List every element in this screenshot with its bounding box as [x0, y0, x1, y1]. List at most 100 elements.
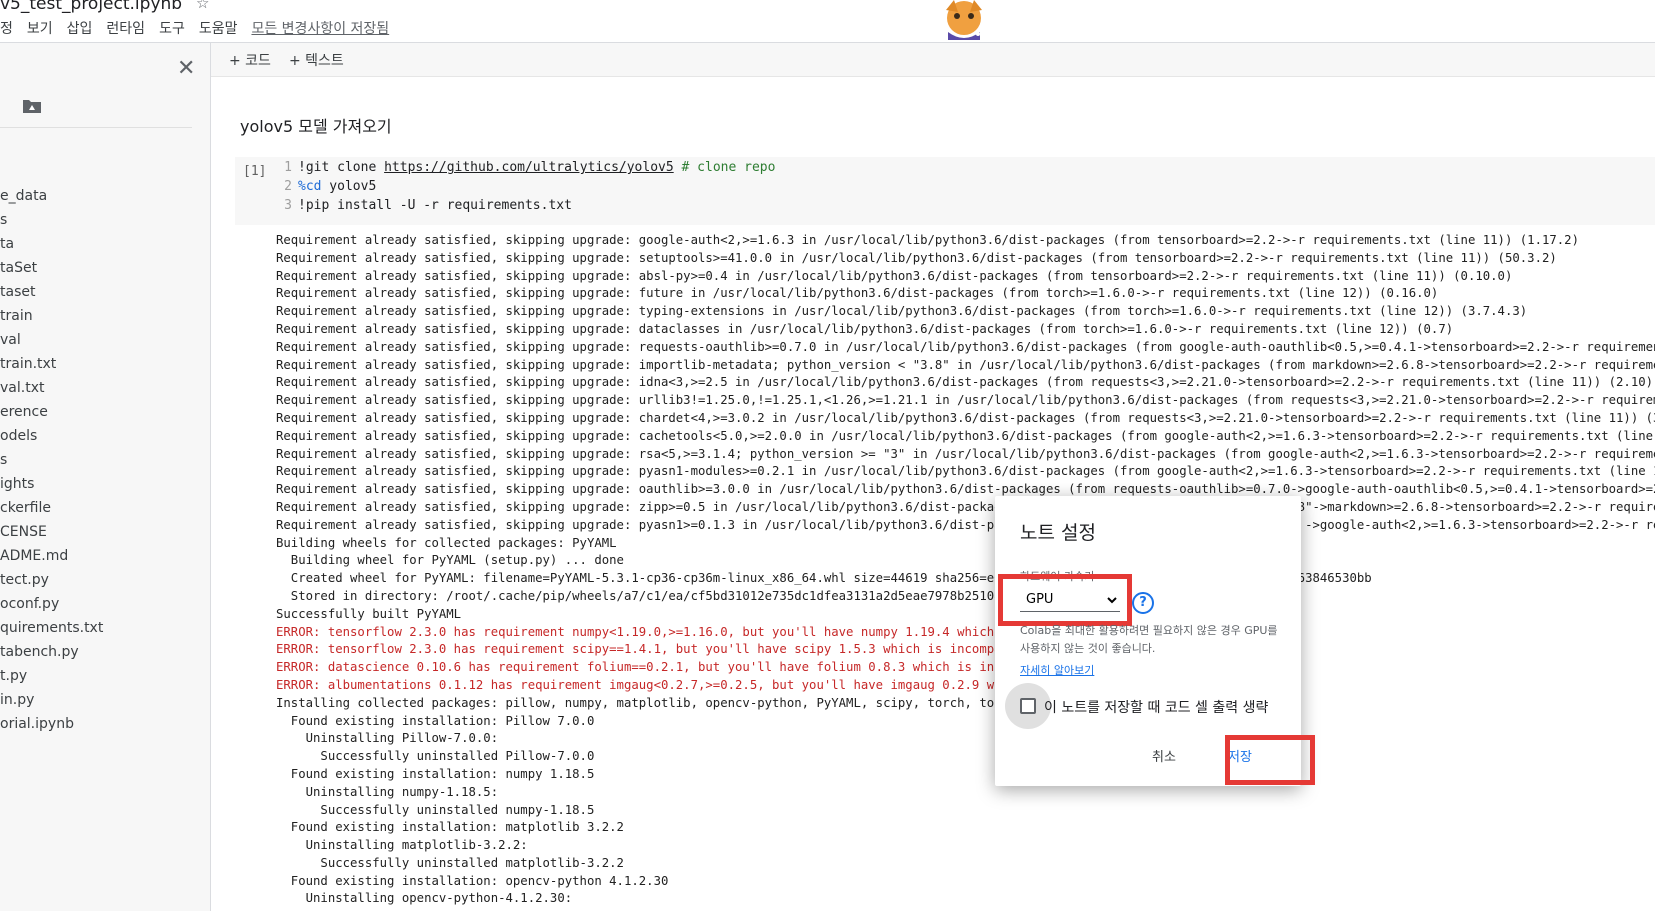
menu-item-help[interactable]: 도움말: [199, 18, 238, 38]
cancel-button[interactable]: 취소: [1152, 746, 1176, 765]
menu-item-view[interactable]: 보기: [27, 18, 53, 38]
saved-status[interactable]: 모든 변경사항이 저장됨: [251, 18, 389, 38]
learn-more-link[interactable]: 자세히 알아보기: [1020, 662, 1094, 678]
close-icon[interactable]: ✕: [177, 56, 195, 81]
output-line: Requirement already satisfied, skipping …: [276, 233, 1579, 247]
output-line: Successfully built PyYAML: [276, 606, 462, 621]
output-error-line: ERROR: albumentations 0.1.12 has require…: [276, 677, 1039, 692]
output-line: Uninstalling Pillow-7.0.0:: [276, 731, 499, 746]
highlight-box: [1225, 735, 1315, 785]
output-line: Requirement already satisfied, skipping …: [276, 482, 1655, 497]
output-error-line: ERROR: tensorflow 2.3.0 has requirement …: [276, 624, 1039, 639]
output-line: Requirement already satisfied, skipping …: [276, 428, 1655, 443]
add-code-button[interactable]: + 코드: [229, 50, 271, 70]
code-text: !pip install -U -r requirements.txt: [298, 198, 572, 213]
code-text: yolov5: [321, 179, 377, 194]
file-item[interactable]: ights: [0, 472, 103, 496]
line-number: 1: [284, 160, 292, 175]
notebook-title[interactable]: v5_test_project.ipynb: [0, 0, 182, 14]
output-line: Successfully uninstalled numpy-1.18.5: [276, 802, 595, 817]
help-icon[interactable]: ?: [1132, 592, 1154, 614]
output-line: Requirement already satisfied, skipping …: [276, 268, 1513, 283]
code-text: !git clone: [298, 160, 385, 175]
output-line: Requirement already satisfied, skipping …: [276, 446, 1655, 461]
file-item[interactable]: e_data: [0, 184, 103, 208]
output-line: Stored in directory: /root/.cache/pip/wh…: [276, 588, 1039, 603]
output-line: Requirement already satisfied, skipping …: [276, 393, 1655, 408]
notebook-toolbar: + 코드 + 텍스트: [211, 43, 1655, 77]
file-item[interactable]: train.txt: [0, 352, 103, 376]
accelerator-description: Colab을 최대한 활용하려면 필요하지 않은 경우 GPU를 사용하지 않는…: [1020, 624, 1278, 655]
file-item[interactable]: odels: [0, 424, 103, 448]
file-list: e_data s ta taSet taset train val train.txt val.…: [0, 184, 103, 736]
menu-bar: 정 보기 삽입 런타임 도구 도움말 모든 변경사항이 저장됨: [0, 18, 389, 38]
file-item[interactable]: val: [0, 328, 103, 352]
code-editor[interactable]: 1 !git clone https://github.com/ultralyti…: [276, 158, 775, 215]
file-item[interactable]: in.py: [0, 688, 103, 712]
output-line: Uninstalling numpy-1.18.5:: [276, 784, 499, 799]
file-item[interactable]: s: [0, 448, 103, 472]
output-line: Requirement already satisfied, skipping …: [276, 375, 1654, 390]
line-number: 2: [284, 179, 292, 194]
output-line: Requirement already satisfied, skipping …: [276, 464, 1655, 479]
cell-output: Requirement already satisfied, skipping …: [276, 232, 1655, 908]
output-line: Found existing installation: numpy 1.18.…: [276, 766, 595, 781]
menu-item-edit[interactable]: 정: [0, 18, 13, 38]
output-line: Building wheels for collected packages: …: [276, 535, 617, 550]
output-line: Requirement already satisfied, skipping …: [276, 304, 1528, 319]
output-line: Requirement already satisfied, skipping …: [276, 499, 1655, 514]
file-item[interactable]: ADME.md: [0, 544, 103, 568]
file-item[interactable]: s: [0, 208, 103, 232]
repo-link[interactable]: https://github.com/ultralytics/yolov5: [384, 160, 674, 175]
output-line: Successfully uninstalled matplotlib-3.2.…: [276, 855, 624, 870]
sidebar-divider: [0, 127, 192, 128]
code-comment: # clone repo: [673, 160, 776, 175]
omit-output-checkbox[interactable]: [1020, 698, 1036, 714]
star-icon[interactable]: ☆: [196, 0, 209, 12]
output-line: Found existing installation: matplotlib …: [276, 820, 624, 835]
output-line: Requirement already satisfied, skipping …: [276, 517, 1655, 532]
output-line: Uninstalling matplotlib-3.2.2:: [276, 838, 528, 853]
output-line: Found existing installation: opencv-pyth…: [276, 873, 669, 888]
file-item[interactable]: taSet: [0, 256, 103, 280]
omit-output-label[interactable]: 이 노트를 저장할 때 코드 셀 출력 생략: [1044, 697, 1268, 717]
execution-count: [1]: [243, 164, 267, 179]
file-item[interactable]: val.txt: [0, 376, 103, 400]
output-error-line: ERROR: datascience 0.10.6 has requiremen…: [276, 660, 1039, 675]
output-line: Requirement already satisfied, skipping …: [276, 410, 1655, 425]
file-item[interactable]: taset: [0, 280, 103, 304]
output-line: Created wheel for PyYAML: filename=PyYAM…: [276, 571, 1372, 586]
output-line: Requirement already satisfied, skipping …: [276, 250, 1557, 265]
mascot-icon: [946, 0, 982, 40]
file-item[interactable]: erence: [0, 400, 103, 424]
code-line: 3 !pip install -U -r requirements.txt: [276, 196, 775, 215]
file-item[interactable]: quirements.txt: [0, 616, 103, 640]
menu-item-tools[interactable]: 도구: [159, 18, 185, 38]
file-item[interactable]: ta: [0, 232, 103, 256]
file-item[interactable]: train: [0, 304, 103, 328]
add-text-button[interactable]: + 텍스트: [289, 50, 344, 70]
magic-command: %cd: [298, 179, 322, 194]
output-line: Requirement already satisfied, skipping …: [276, 339, 1655, 354]
highlight-box: [998, 574, 1132, 626]
output-line: Uninstalling opencv-python-4.1.2.30:: [276, 891, 573, 906]
code-line: 1 !git clone https://github.com/ultralyti…: [276, 158, 775, 177]
text-cell-heading[interactable]: yolov5 모델 가져오기: [240, 113, 392, 137]
file-item[interactable]: CENSE: [0, 520, 103, 544]
output-line: Installing collected packages: pillow, n…: [276, 695, 1039, 710]
code-line: 2 %cd yolov5: [276, 177, 775, 196]
file-item[interactable]: ckerfile: [0, 496, 103, 520]
file-item[interactable]: orial.ipynb: [0, 712, 103, 736]
file-item[interactable]: t.py: [0, 664, 103, 688]
dialog-title: 노트 설정: [1020, 522, 1096, 544]
file-item[interactable]: tabench.py: [0, 640, 103, 664]
output-line: Building wheel for PyYAML (setup.py) ...…: [276, 553, 624, 568]
output-error-line: ERROR: tensorflow 2.3.0 has requirement …: [276, 642, 1039, 657]
line-number: 3: [284, 198, 292, 213]
mount-drive-icon[interactable]: [22, 98, 42, 114]
file-item[interactable]: tect.py: [0, 568, 103, 592]
menu-item-insert[interactable]: 삽입: [67, 18, 93, 38]
file-item[interactable]: oconf.py: [0, 592, 103, 616]
output-line: Found existing installation: Pillow 7.0.…: [276, 713, 595, 728]
menu-item-runtime[interactable]: 런타임: [106, 18, 145, 38]
